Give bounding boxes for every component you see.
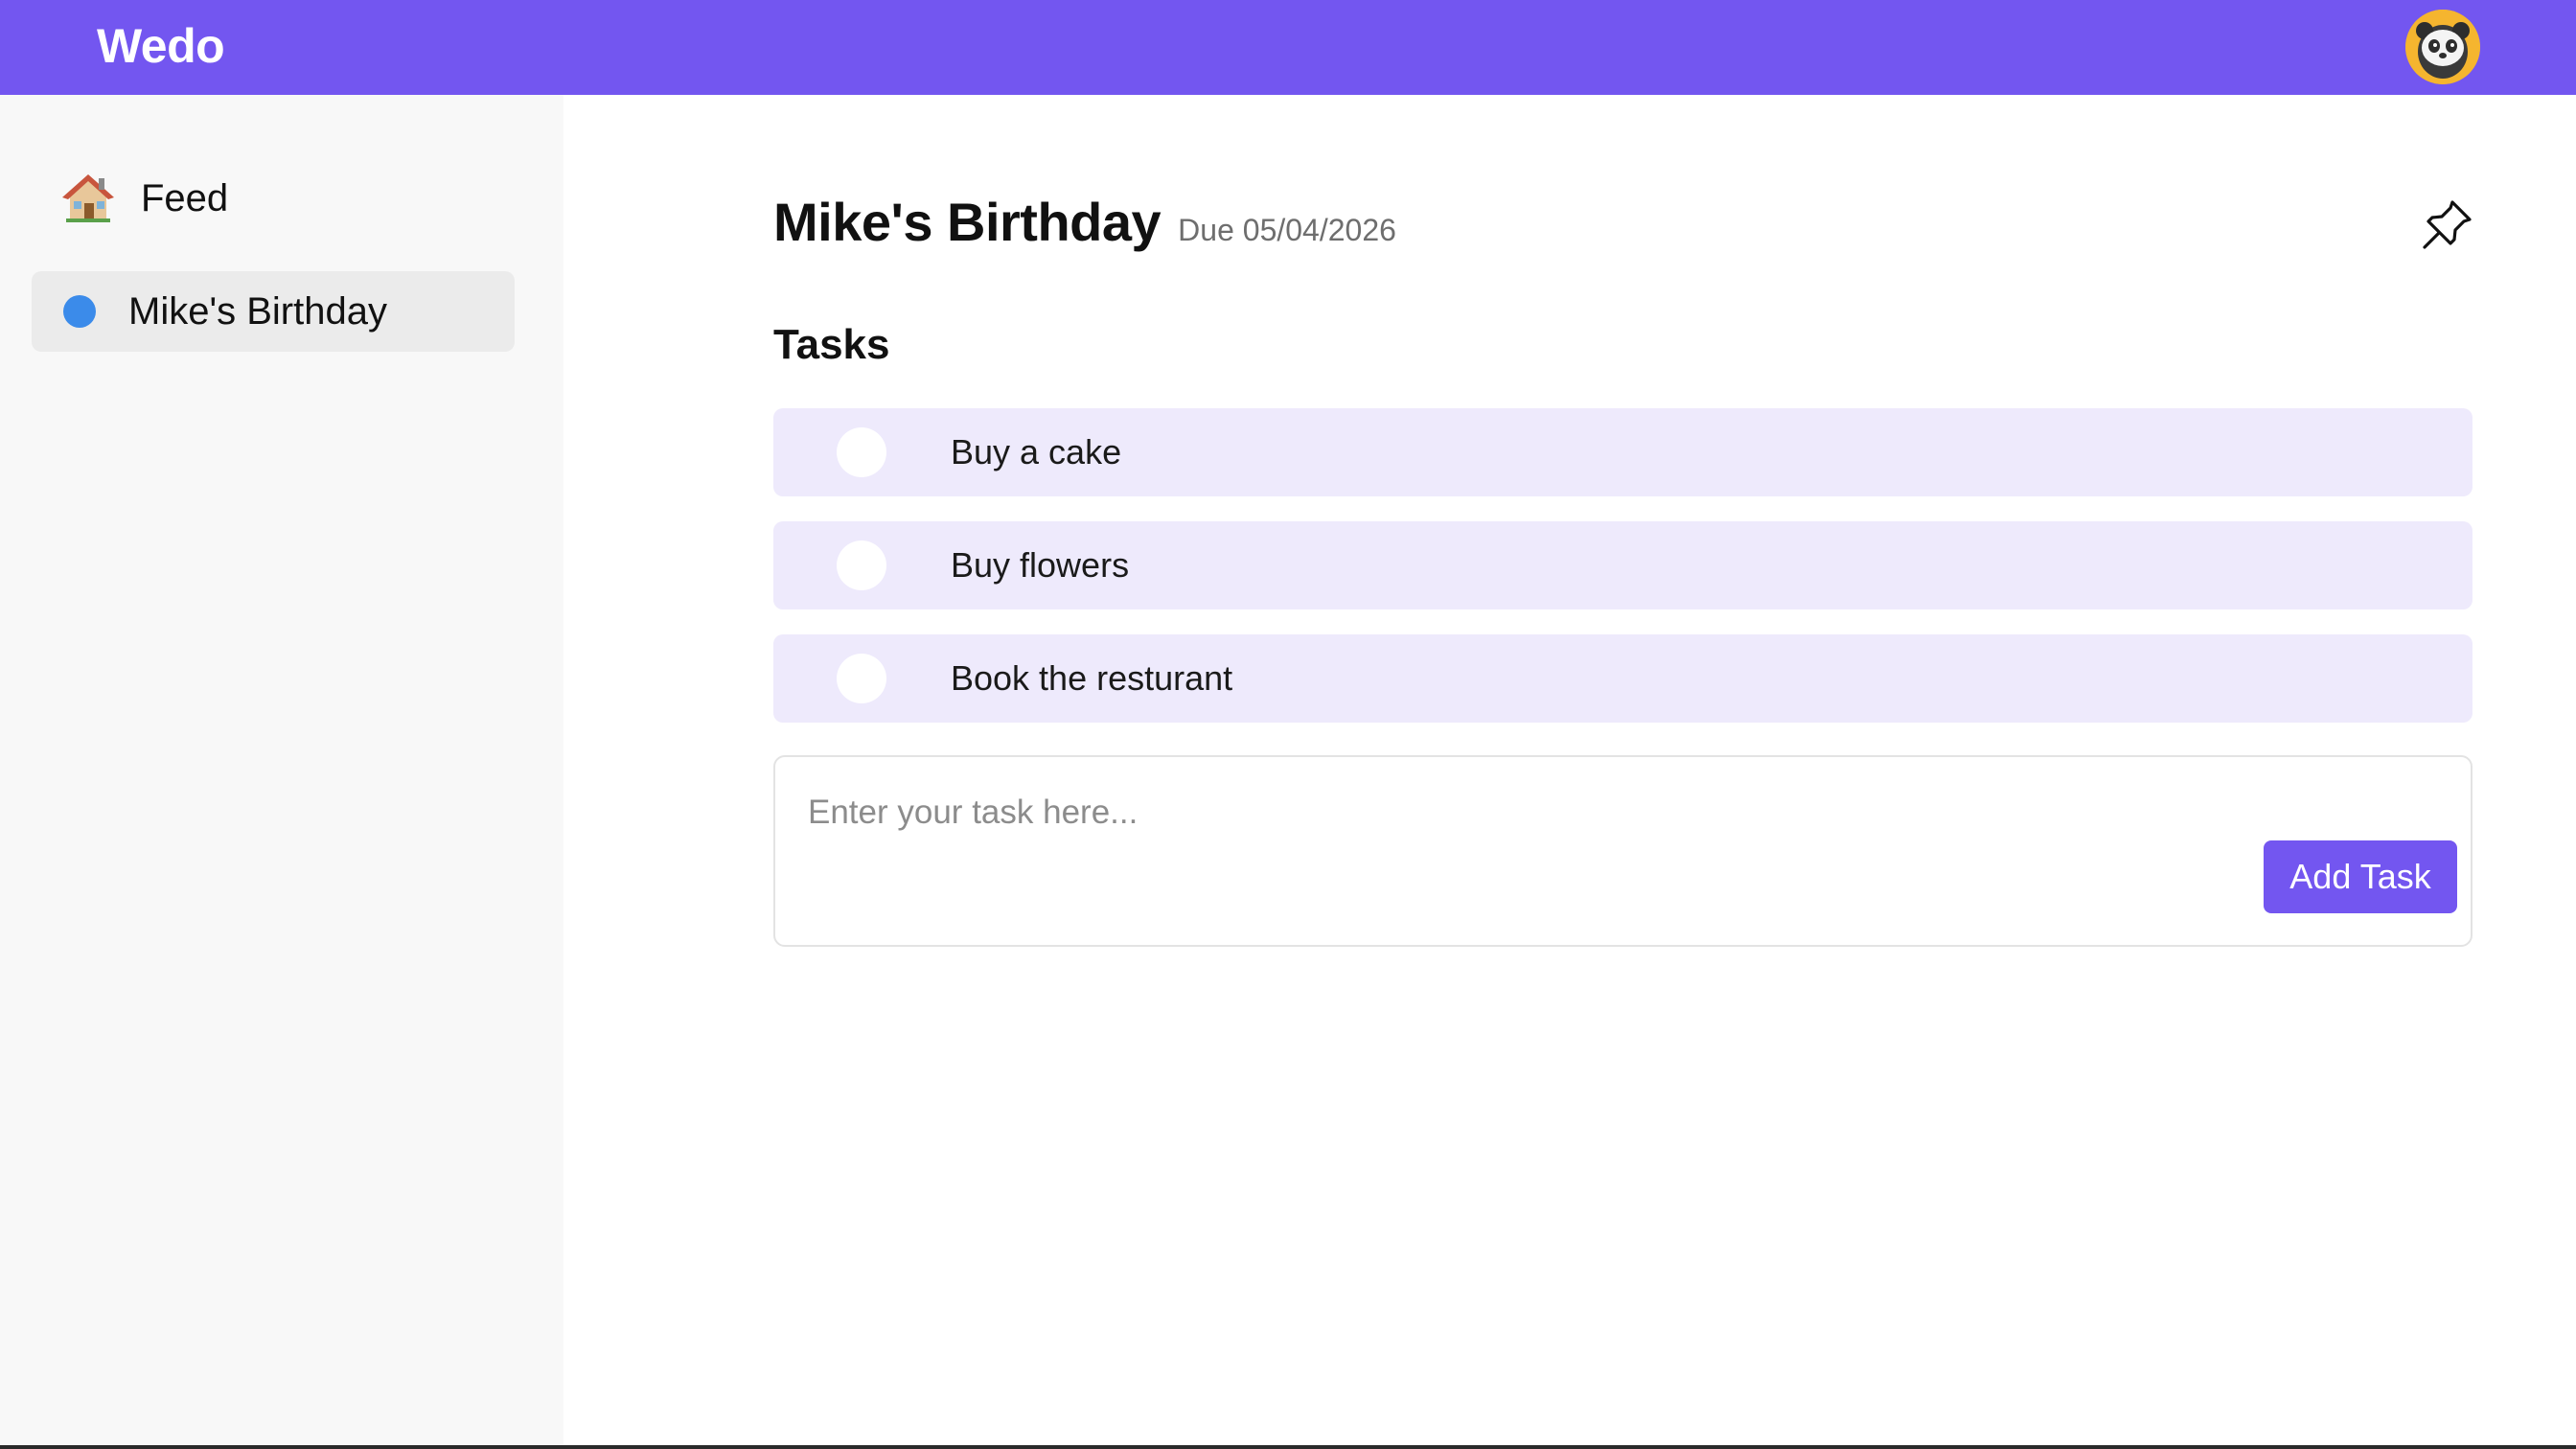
tasks-heading: Tasks xyxy=(773,321,890,368)
main-content: Mike's Birthday Due 05/04/2026 Tasks Buy… xyxy=(564,95,2576,1449)
task-row[interactable]: Buy a cake xyxy=(773,408,2472,496)
task-checkbox[interactable] xyxy=(837,427,886,477)
sidebar-item-mikes-birthday[interactable]: Mike's Birthday xyxy=(32,271,515,352)
task-checkbox[interactable] xyxy=(837,654,886,703)
task-row[interactable]: Buy flowers xyxy=(773,521,2472,610)
task-label: Book the resturant xyxy=(951,658,1233,698)
page-title: Mike's Birthday xyxy=(773,192,1162,252)
due-date: Due 05/04/2026 xyxy=(1178,213,1396,247)
task-label: Buy a cake xyxy=(951,432,1122,472)
title-row: Mike's Birthday Due 05/04/2026 xyxy=(773,191,1396,253)
blue-dot-icon xyxy=(63,295,96,328)
new-task-card: Add Task xyxy=(773,755,2472,947)
sidebar: Feed Mike's Birthday xyxy=(0,95,564,1449)
brand-logo[interactable]: Wedo xyxy=(97,15,225,77)
pin-icon[interactable] xyxy=(2418,196,2475,254)
panda-avatar-icon[interactable] xyxy=(2405,10,2480,84)
sidebar-item-feed[interactable]: Feed xyxy=(32,158,515,239)
task-label: Buy flowers xyxy=(951,545,1130,585)
task-row[interactable]: Book the resturant xyxy=(773,634,2472,723)
add-task-button[interactable]: Add Task xyxy=(2264,840,2457,913)
top-bar: Wedo xyxy=(0,0,2576,95)
house-icon xyxy=(60,171,116,226)
task-input[interactable] xyxy=(808,786,2054,840)
window-bottom-border xyxy=(0,1445,2576,1449)
app-window: Wedo Feed Mike's Birthday Mike's Birthda… xyxy=(0,0,2576,1449)
sidebar-item-label: Mike's Birthday xyxy=(128,290,387,333)
sidebar-item-label: Feed xyxy=(141,177,229,219)
task-checkbox[interactable] xyxy=(837,540,886,590)
